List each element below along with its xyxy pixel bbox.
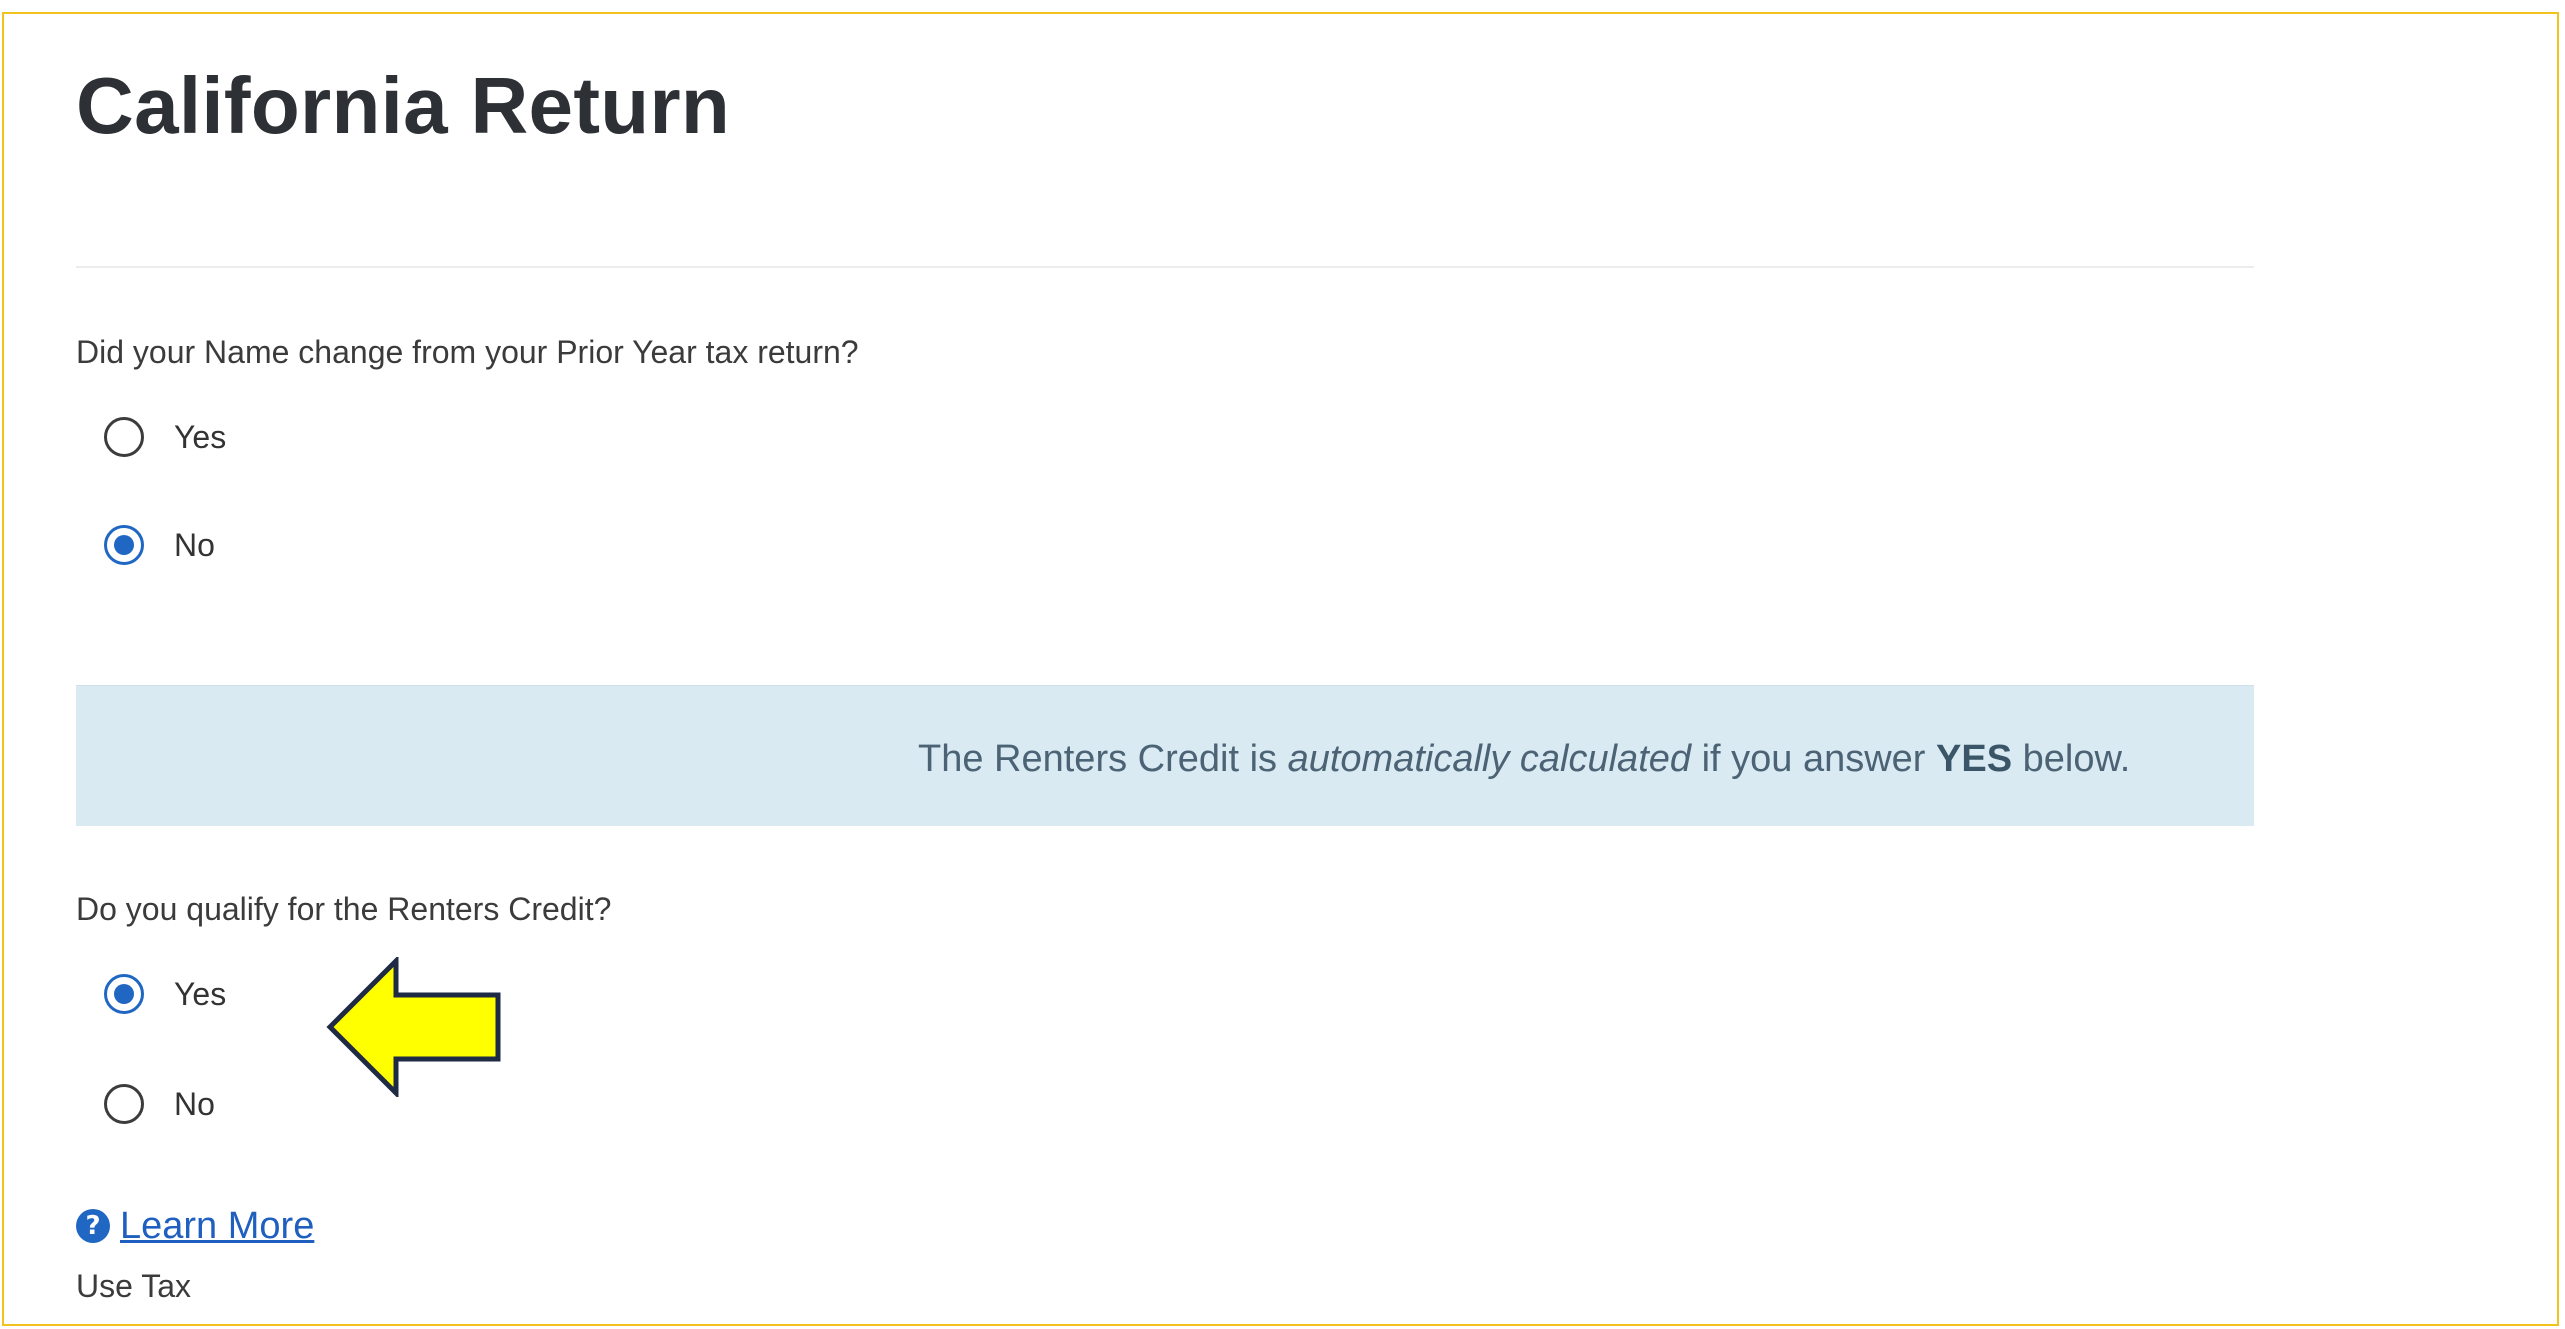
arrow-left-icon [326, 957, 501, 1097]
renters-credit-info-banner: The Renters Credit is automatically calc… [76, 685, 2254, 826]
learn-more-label[interactable]: Learn More [120, 1203, 314, 1249]
info-text-bold: YES [1936, 738, 2013, 780]
page-title: California Return [76, 61, 731, 150]
annotation-arrow-shape [326, 957, 501, 1097]
help-circle-icon[interactable]: ? [76, 1209, 110, 1243]
title-divider [76, 266, 2254, 268]
radio-unchecked-icon[interactable] [104, 417, 144, 457]
radio-unchecked-icon[interactable] [104, 1084, 144, 1124]
renters-credit-no-label: No [174, 1086, 215, 1122]
radio-checked-icon[interactable] [104, 974, 144, 1014]
name-change-yes-radio[interactable]: Yes [104, 412, 226, 462]
name-change-no-radio[interactable]: No [104, 520, 215, 570]
info-text-middle: if you answer [1691, 738, 1937, 780]
renters-credit-info-text: The Renters Credit is automatically calc… [918, 736, 2130, 782]
info-text-after: below. [2012, 738, 2131, 780]
name-change-yes-label: Yes [174, 419, 227, 455]
info-text-italic: automatically calculated [1287, 738, 1692, 780]
name-change-question: Did your Name change from your Prior Yea… [76, 334, 859, 370]
renters-credit-yes-radio[interactable]: Yes [104, 969, 226, 1019]
use-tax-section-label: Use Tax [76, 1268, 192, 1304]
renters-credit-yes-label: Yes [174, 976, 227, 1012]
radio-checked-icon[interactable] [104, 525, 144, 565]
name-change-no-label: No [174, 527, 215, 563]
page-frame: California Return Did your Name change f… [2, 12, 2559, 1326]
renters-credit-question: Do you qualify for the Renters Credit? [76, 891, 612, 927]
info-text-before: The Renters Credit is [918, 738, 1288, 780]
renters-credit-no-radio[interactable]: No [104, 1079, 215, 1129]
learn-more-link[interactable]: ? Learn More [76, 1202, 314, 1250]
